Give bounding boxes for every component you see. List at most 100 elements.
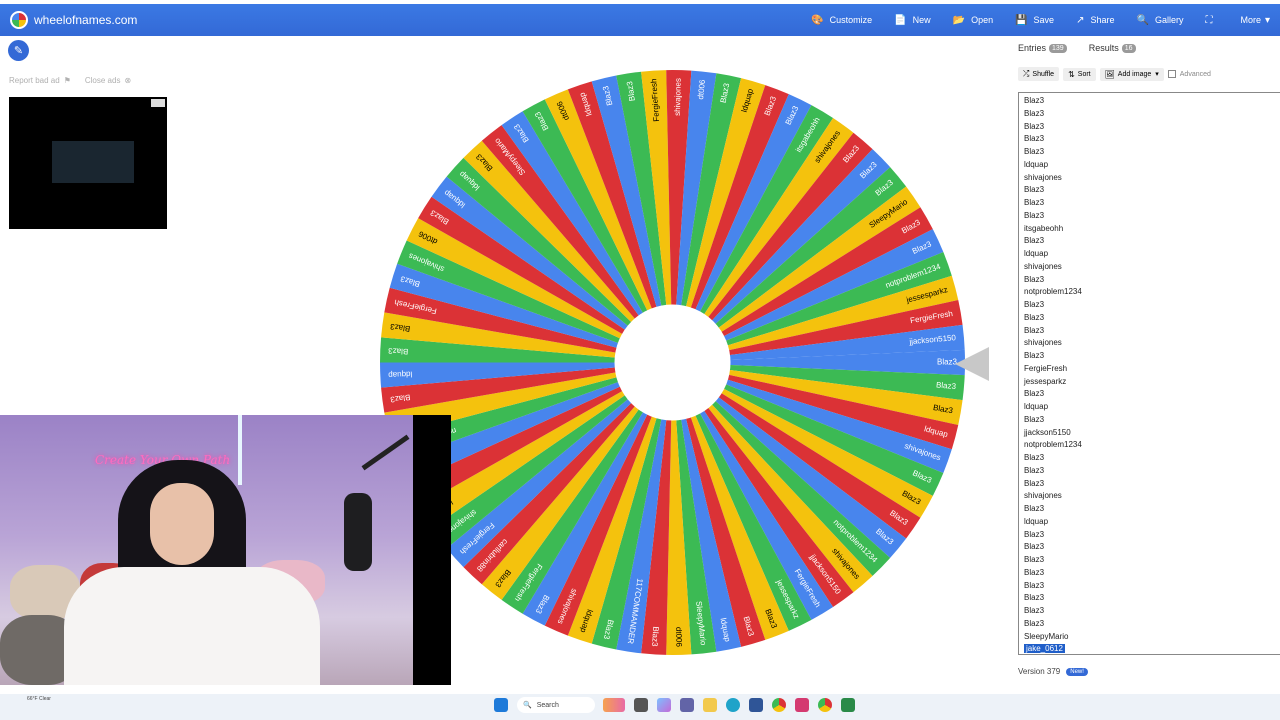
taskbar-apps: 🔍 Search (494, 697, 864, 713)
tab-entries[interactable]: Entries 139 (1012, 40, 1073, 56)
advanced-toggle[interactable]: Advanced (1167, 70, 1211, 78)
taskbar: 66°F Clear 🔍 Search (0, 694, 1280, 720)
entry-line: Blaz3 (1024, 389, 1045, 399)
ad-choices-icon[interactable] (151, 99, 165, 107)
chrome-icon[interactable] (772, 698, 786, 712)
name-wheel[interactable]: Blaz3Blaz3Blaz3ldquapshivajonesBlaz3Blaz… (380, 70, 965, 655)
entry-line: jake_0612 (1024, 644, 1065, 654)
teams-icon[interactable] (680, 698, 694, 712)
app-icon[interactable] (841, 698, 855, 712)
entry-line: Blaz3 (1024, 593, 1045, 603)
nav-menu: 🎨 Customize 📄 New 📂 Open 💾 Save ↗ Share 🔍 Gall… (789, 4, 1270, 36)
search-icon: 🔍 (523, 702, 532, 709)
tab-results[interactable]: Results 16 (1083, 40, 1142, 56)
open-label: Open (971, 15, 994, 25)
entry-line: notproblem1234 (1024, 440, 1082, 450)
close-ads-link[interactable]: Close ads (85, 76, 121, 85)
app-icon[interactable] (795, 698, 809, 712)
wheel-slice-label: dt006 (674, 627, 683, 648)
wheel-slice-label: shivajones (673, 78, 683, 116)
entry-line: Blaz3 (1024, 121, 1045, 131)
taskbar-search[interactable]: 🔍 Search (517, 697, 595, 713)
entry-line: jjackson5150 (1024, 427, 1071, 437)
folder-icon: 📂 (952, 14, 966, 26)
shuffle-button[interactable]: ⤮ Shuffle (1018, 67, 1060, 81)
save-button[interactable]: 💾 Save (1015, 15, 1054, 26)
open-button[interactable]: 📂 Open (953, 15, 993, 26)
entry-line: jessesparkz (1024, 376, 1067, 386)
taskbar-search-label: Search (536, 701, 559, 709)
site-logo[interactable]: wheelofnames.com (10, 11, 137, 29)
chevron-down-icon: ▾ (1264, 14, 1270, 26)
widgets-icon[interactable] (603, 698, 625, 712)
entry-line: shivajones (1024, 172, 1062, 182)
wheel-slice-label: Blaz3 (650, 626, 660, 647)
task-view-icon[interactable] (634, 698, 648, 712)
entry-line: Blaz3 (1024, 414, 1045, 424)
entries-toolbar: ⤮ Shuffle ⇅ Sort 🖼 Add image ▾ Advanced (1018, 67, 1211, 81)
file-icon: 📄 (894, 14, 907, 26)
wheel-pointer (955, 347, 989, 381)
entry-line: shivajones (1024, 491, 1062, 501)
entry-line: Blaz3 (1024, 529, 1045, 539)
share-icon: ↗ (1076, 14, 1085, 26)
fullscreen-button[interactable]: ⛶ (1205, 15, 1218, 26)
edge-icon[interactable] (726, 698, 740, 712)
entry-line: ldquap (1024, 249, 1049, 258)
edit-wheel-button[interactable]: ✎ (8, 40, 29, 61)
entry-line: Blaz3 (1024, 580, 1045, 590)
gallery-button[interactable]: 🔍 Gallery (1136, 15, 1183, 26)
file-explorer-icon[interactable] (703, 698, 717, 712)
fullscreen-icon: ⛶ (1205, 14, 1213, 26)
store-icon[interactable] (749, 698, 763, 712)
entry-line: Blaz3 (1024, 555, 1045, 564)
entry-line: Blaz3 (1024, 236, 1045, 246)
site-name: wheelofnames.com (34, 13, 138, 27)
gallery-label: Gallery (1154, 15, 1184, 25)
windows-start-icon[interactable] (494, 698, 508, 712)
weather-widget[interactable]: 66°F Clear (27, 696, 51, 702)
new-button[interactable]: 📄 New (894, 15, 930, 26)
webcam-overlay: Create Your Own Path (0, 415, 451, 685)
close-icon[interactable]: ⊗ (124, 76, 131, 85)
tab-entries-label: Entries (1018, 43, 1047, 53)
entry-line: Blaz3 (1024, 351, 1045, 360)
sort-icon: ⇅ (1068, 69, 1075, 79)
advanced-checkbox[interactable] (1167, 70, 1176, 78)
entry-line: ldquap (1024, 159, 1049, 169)
entry-line: SleepyMario (1024, 631, 1069, 641)
entry-line: Blaz3 (1024, 567, 1045, 577)
entry-line: Blaz3 (1024, 504, 1045, 513)
chevron-down-icon: ▾ (1155, 71, 1159, 78)
more-button[interactable]: More ▾ (1240, 15, 1270, 26)
report-ad-link[interactable]: Report bad ad (9, 76, 60, 85)
share-button[interactable]: ↗ Share (1076, 15, 1114, 26)
top-navbar: wheelofnames.com 🎨 Customize 📄 New 📂 Open 💾… (0, 0, 1280, 36)
entries-count-badge: 139 (1049, 43, 1067, 53)
streamer-face (150, 483, 214, 565)
entry-line: Blaz3 (1024, 274, 1045, 284)
copilot-icon[interactable] (657, 698, 671, 712)
entry-line: Blaz3 (1024, 453, 1045, 462)
save-label: Save (1033, 15, 1055, 25)
entry-line: Blaz3 (1024, 96, 1045, 105)
shuffle-label: Shuffle (1032, 70, 1055, 78)
new-badge[interactable]: New! (1066, 667, 1088, 676)
search-icon: 🔍 (1136, 14, 1149, 26)
palette-icon: 🎨 (811, 14, 824, 26)
wheel-slice-label: Blaz3 (388, 346, 409, 356)
entries-textarea[interactable]: Blaz3 Blaz3 Blaz3 Blaz3 Blaz3 ldquap shivajone… (1018, 92, 1280, 655)
add-image-button[interactable]: 🖼 Add image ▾ (1099, 67, 1164, 81)
sort-button[interactable]: ⇅ Sort (1063, 67, 1096, 81)
chrome-icon[interactable] (818, 698, 832, 712)
new-label: New (912, 15, 931, 25)
sort-label: Sort (1077, 70, 1091, 78)
entry-line: shivajones (1024, 261, 1062, 271)
advertisement[interactable] (9, 97, 167, 229)
more-label: More (1240, 15, 1261, 25)
entry-line: ldquap (1024, 402, 1049, 411)
wheel-center[interactable] (614, 304, 731, 421)
tab-results-label: Results (1088, 43, 1119, 53)
customize-button[interactable]: 🎨 Customize (811, 15, 872, 26)
shuffle-icon: ⤮ (1023, 69, 1030, 78)
